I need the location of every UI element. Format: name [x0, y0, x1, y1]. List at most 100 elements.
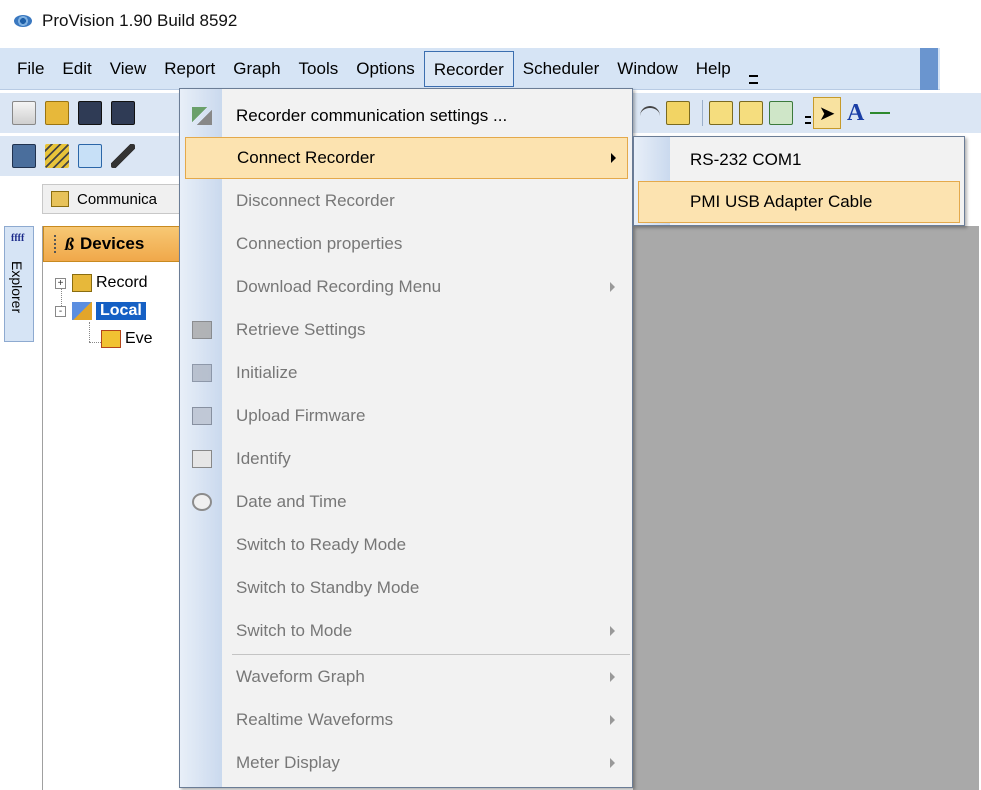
pointer-arrow-icon[interactable]: ➤ — [813, 97, 841, 129]
secondary-toolbar — [0, 136, 180, 176]
menu-item-label: Switch to Standby Mode — [236, 578, 420, 597]
device-tree-icon[interactable] — [12, 144, 36, 168]
menu-item-label: Identify — [236, 449, 291, 468]
menu-edit[interactable]: Edit — [53, 51, 100, 87]
menu-scheduler[interactable]: Scheduler — [514, 51, 609, 87]
explorer-icon: ffff — [11, 233, 25, 244]
menu-help[interactable]: Help — [687, 51, 740, 87]
new-file-icon[interactable] — [12, 101, 36, 125]
menu-item-connection-properties[interactable]: Connection properties — [180, 223, 632, 265]
menu-item-label: Waveform Graph — [236, 667, 365, 686]
devices-icon: ß — [65, 233, 74, 254]
menu-item-upload-firmware[interactable]: Upload Firmware — [180, 395, 632, 437]
menu-window[interactable]: Window — [608, 51, 686, 87]
submenu-item-label: PMI USB Adapter Cable — [690, 192, 873, 211]
menu-item-label: Disconnect Recorder — [236, 191, 395, 210]
menu-recorder[interactable]: Recorder — [423, 50, 514, 87]
explorer-tab-label: Explorer — [9, 261, 25, 314]
menu-item-switch-standby-mode[interactable]: Switch to Standby Mode — [180, 567, 632, 609]
initialize-icon — [192, 364, 212, 382]
title-bar: ProVision 1.90 Build 8592 — [0, 0, 981, 42]
menu-tools[interactable]: Tools — [290, 51, 348, 87]
submenu-item-label: RS-232 COM1 — [690, 150, 802, 169]
menu-item-label: Meter Display — [236, 753, 340, 772]
menu-item-label: Initialize — [236, 363, 298, 382]
panel-grip — [54, 235, 57, 253]
tree-item-recorders[interactable]: + Record — [55, 274, 148, 292]
menu-item-waveform-graph[interactable]: Waveform Graph — [180, 656, 632, 698]
chart-icon[interactable] — [78, 144, 102, 168]
comm-settings-icon — [192, 107, 212, 125]
menu-item-label: Realtime Waveforms — [236, 710, 394, 729]
download-icon[interactable] — [739, 101, 763, 125]
menu-item-label: Recorder communication settings ... — [236, 106, 508, 125]
submenu-arrow-icon — [610, 715, 615, 725]
submenu-arrow-icon — [610, 672, 615, 682]
menu-item-label: Retrieve Settings — [236, 320, 366, 339]
menu-separator — [232, 654, 630, 655]
app-eye-icon — [14, 15, 32, 27]
menu-item-label: Upload Firmware — [236, 406, 366, 425]
pencil-icon[interactable] — [111, 144, 135, 168]
connect-recorder-submenu: RS-232 COM1 PMI USB Adapter Cable — [633, 136, 965, 226]
tree-item-events[interactable]: Eve — [101, 330, 153, 348]
expand-icon[interactable]: + — [55, 277, 66, 289]
tree-item-label: Record — [96, 274, 148, 291]
line-tool-icon[interactable] — [870, 112, 891, 114]
menu-view[interactable]: View — [101, 51, 156, 87]
menu-item-download-recording-menu[interactable]: Download Recording Menu — [180, 266, 632, 308]
submenu-item-rs232-com1[interactable]: RS-232 COM1 — [634, 139, 964, 181]
toolbar-right-group: ➤ A — [640, 93, 891, 133]
tree-connector — [89, 342, 101, 343]
menu-item-label: Connection properties — [236, 234, 403, 253]
menu-item-label: Date and Time — [236, 492, 347, 511]
grid-refresh-icon[interactable] — [769, 101, 793, 125]
menu-item-switch-ready-mode[interactable]: Switch to Ready Mode — [180, 524, 632, 566]
tree-item-label: Eve — [125, 330, 153, 347]
text-tool-icon[interactable]: A — [847, 100, 864, 127]
window-title: ProVision 1.90 Build 8592 — [42, 11, 238, 30]
explorer-side-tab[interactable]: ffff Explorer — [4, 226, 34, 342]
image-icon[interactable] — [666, 101, 690, 125]
workspace-area — [633, 226, 979, 790]
menu-item-initialize[interactable]: Initialize — [180, 352, 632, 394]
clock-icon — [192, 493, 212, 511]
measure-icon[interactable] — [45, 144, 69, 168]
menu-item-disconnect-recorder[interactable]: Disconnect Recorder — [180, 180, 632, 222]
event-folder-icon — [101, 330, 121, 348]
menu-item-realtime-waveforms[interactable]: Realtime Waveforms — [180, 699, 632, 741]
upload-icon[interactable] — [709, 101, 733, 125]
document-tab-communications[interactable]: Communica — [42, 184, 182, 214]
save-icon[interactable] — [78, 101, 102, 125]
submenu-arrow-icon — [610, 758, 615, 768]
menu-item-switch-to-mode[interactable]: Switch to Mode — [180, 610, 632, 652]
menu-options[interactable]: Options — [347, 51, 424, 87]
upload-firmware-icon — [192, 407, 212, 425]
undo-icon[interactable] — [640, 106, 660, 120]
tree-item-label: Local — [96, 302, 146, 320]
communications-icon — [51, 191, 69, 207]
menu-item-connect-recorder[interactable]: Connect Recorder — [185, 137, 628, 179]
menu-item-retrieve-settings[interactable]: Retrieve Settings — [180, 309, 632, 351]
toolbar-overflow-chevron-icon[interactable] — [803, 102, 813, 124]
menu-item-recorder-communication-settings[interactable]: Recorder communication settings ... — [180, 95, 632, 137]
menu-file[interactable]: File — [8, 51, 53, 87]
menu-overflow-chevron-icon[interactable] — [746, 51, 762, 87]
retrieve-settings-icon — [192, 321, 212, 339]
tree-item-local[interactable]: - Local — [55, 302, 146, 320]
menu-report[interactable]: Report — [155, 51, 224, 87]
document-tab-label: Communica — [77, 190, 158, 208]
menu-item-identify[interactable]: Identify — [180, 438, 632, 480]
menubar-overflow-grip[interactable] — [920, 48, 938, 90]
devices-panel-header[interactable]: ß Devices — [43, 226, 185, 262]
save-as-icon[interactable] — [111, 101, 135, 125]
menu-graph[interactable]: Graph — [224, 51, 289, 87]
menu-item-date-and-time[interactable]: Date and Time — [180, 481, 632, 523]
toolbar-separator — [702, 100, 703, 126]
open-folder-icon[interactable] — [45, 101, 69, 125]
menu-item-label: Download Recording Menu — [236, 277, 442, 296]
collapse-icon[interactable]: - — [55, 305, 66, 317]
tree-connector — [89, 322, 90, 342]
menu-item-meter-display[interactable]: Meter Display — [180, 742, 632, 784]
submenu-item-pmi-usb-adapter-cable[interactable]: PMI USB Adapter Cable — [638, 181, 960, 223]
